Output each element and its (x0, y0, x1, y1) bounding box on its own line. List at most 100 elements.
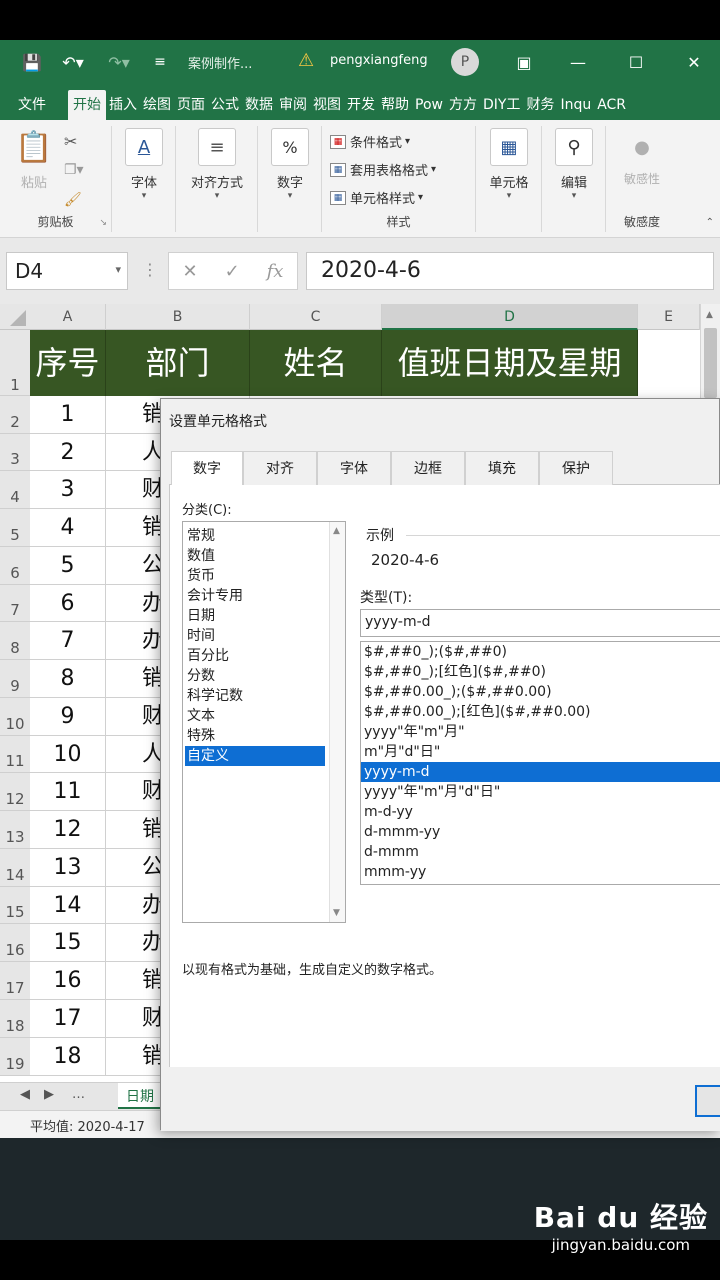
tab-protection[interactable]: 保护 (539, 451, 613, 485)
format-type-list[interactable]: $#,##0_);($#,##0) $#,##0_);[红色]($#,##0) $#… (360, 641, 720, 885)
cell-index[interactable]: 4 (30, 509, 106, 547)
tab-help[interactable]: 帮助 (378, 90, 412, 120)
collapse-ribbon-icon[interactable]: ⌃ (706, 217, 714, 228)
row-header[interactable]: 5 (0, 509, 30, 547)
formula-input[interactable]: 2020-4-6 (306, 252, 714, 290)
tab-draw[interactable]: 绘图 (140, 90, 174, 120)
category-item[interactable]: 百分比 (185, 646, 325, 666)
tab-view[interactable]: 视图 (310, 90, 344, 120)
cell-index[interactable]: 10 (30, 736, 106, 773)
header-cell-index[interactable]: 序号 (30, 330, 106, 396)
row-header[interactable]: 15 (0, 887, 30, 924)
row-header[interactable]: 19 (0, 1038, 30, 1076)
category-item[interactable]: 时间 (185, 626, 325, 646)
cell-index[interactable]: 17 (30, 1000, 106, 1038)
header-cell-name[interactable]: 姓名 (250, 330, 382, 396)
row-header[interactable]: 14 (0, 849, 30, 887)
row-header[interactable]: 10 (0, 698, 30, 736)
maximize-icon[interactable]: ☐ (624, 50, 648, 74)
cell-index[interactable]: 2 (30, 434, 106, 471)
paste-button[interactable]: 📋 粘贴 (10, 128, 58, 192)
cut-icon[interactable]: ✂ (64, 132, 77, 151)
customize-toolbar-icon[interactable]: ≡ (150, 50, 170, 74)
font-button[interactable]: A 字体 ▾ (120, 128, 168, 201)
column-header-e[interactable]: E (638, 304, 700, 330)
tab-finance[interactable]: 财务 (523, 90, 557, 120)
row-header[interactable]: 17 (0, 962, 30, 1000)
number-button[interactable]: % 数字 ▾ (266, 128, 314, 201)
row-header[interactable]: 1 (0, 330, 30, 396)
enter-icon[interactable]: ✓ (225, 261, 240, 282)
category-item[interactable]: 特殊 (185, 726, 325, 746)
cell-index[interactable]: 14 (30, 887, 106, 924)
header-cell-duty-date[interactable]: 值班日期及星期 (382, 330, 638, 396)
tab-page-layout[interactable]: 页面 (174, 90, 208, 120)
format-item[interactable]: mmm-yy (361, 862, 720, 882)
user-name[interactable]: pengxiangfeng (330, 53, 428, 68)
scroll-up-icon[interactable]: ▲ (333, 526, 340, 536)
cell-index[interactable]: 3 (30, 471, 106, 509)
tab-diy[interactable]: DIY工 (480, 90, 523, 120)
save-icon[interactable]: 💾 (20, 50, 44, 74)
cell-index[interactable]: 5 (30, 547, 106, 585)
type-input[interactable]: yyyy-m-d (360, 609, 720, 637)
category-item[interactable]: 日期 (185, 606, 325, 626)
tab-font[interactable]: 字体 (317, 451, 391, 485)
cell-index[interactable]: 7 (30, 622, 106, 660)
row-header[interactable]: 12 (0, 773, 30, 811)
cell-index[interactable]: 15 (30, 924, 106, 962)
prev-sheet-icon[interactable]: ◀ (20, 1087, 30, 1102)
editing-button[interactable]: ⚲ 编辑 ▾ (550, 128, 598, 201)
row-header[interactable]: 11 (0, 736, 30, 773)
column-header-b[interactable]: B (106, 304, 250, 330)
redo-icon[interactable]: ↷▾ (102, 50, 136, 74)
tab-fill[interactable]: 填充 (465, 451, 539, 485)
category-item[interactable]: 会计专用 (185, 586, 325, 606)
row-header[interactable]: 6 (0, 547, 30, 585)
tab-developer[interactable]: 开发 (344, 90, 378, 120)
ok-button[interactable] (695, 1085, 720, 1117)
tab-acrobat[interactable]: ACR (594, 90, 629, 120)
tab-file[interactable]: 文件 (0, 90, 68, 120)
category-item[interactable]: 文本 (185, 706, 325, 726)
cell-index[interactable]: 9 (30, 698, 106, 736)
format-item[interactable]: $#,##0_);($#,##0) (361, 642, 720, 662)
format-item[interactable]: $#,##0.00_);[红色]($#,##0.00) (361, 702, 720, 722)
format-item[interactable]: d-mmm-yy (361, 822, 720, 842)
format-item[interactable]: $#,##0.00_);($#,##0.00) (361, 682, 720, 702)
row-header[interactable]: 13 (0, 811, 30, 849)
cell-styles-button[interactable]: ▦ 单元格样式 ▾ (330, 188, 423, 207)
row-header[interactable]: 4 (0, 471, 30, 509)
cell-index[interactable]: 6 (30, 585, 106, 622)
sheet-tab-dates[interactable]: 日期 (118, 1083, 166, 1109)
format-item[interactable]: m"月"d"日" (361, 742, 720, 762)
category-item[interactable]: 数值 (185, 546, 325, 566)
tab-fangfang[interactable]: 方方 (446, 90, 480, 120)
cell-index[interactable]: 16 (30, 962, 106, 1000)
conditional-format-button[interactable]: ▦ 条件格式 ▾ (330, 132, 410, 151)
category-item[interactable]: 科学记数 (185, 686, 325, 706)
insert-function-icon[interactable]: fx (267, 261, 284, 282)
scrollbar-thumb[interactable] (704, 328, 717, 398)
header-cell-department[interactable]: 部门 (106, 330, 250, 396)
tab-review[interactable]: 审阅 (276, 90, 310, 120)
ribbon-display-icon[interactable]: ▣ (512, 50, 536, 74)
copy-icon[interactable]: ❐▾ (64, 162, 84, 178)
close-icon[interactable]: ✕ (682, 50, 706, 74)
name-box[interactable]: D4 ▾ (6, 252, 128, 290)
tab-alignment[interactable]: 对齐 (243, 451, 317, 485)
sensitivity-button[interactable]: ● 敏感性 (616, 128, 668, 187)
next-sheet-icon[interactable]: ▶ (44, 1087, 54, 1102)
more-sheets-icon[interactable]: … (72, 1087, 85, 1102)
cancel-icon[interactable]: ✕ (182, 261, 197, 282)
scroll-up-icon[interactable]: ▲ (706, 310, 713, 320)
cell-index[interactable]: 13 (30, 849, 106, 887)
avatar[interactable]: P (451, 48, 479, 76)
cell-index[interactable]: 11 (30, 773, 106, 811)
row-header[interactable]: 2 (0, 396, 30, 434)
tab-power[interactable]: Pow (412, 90, 446, 120)
format-as-table-button[interactable]: ▦ 套用表格格式 ▾ (330, 160, 436, 179)
cell-index[interactable]: 1 (30, 396, 106, 434)
format-painter-icon[interactable]: 🖌 (64, 192, 82, 208)
format-item[interactable]: yyyy"年"m"月" (361, 722, 720, 742)
